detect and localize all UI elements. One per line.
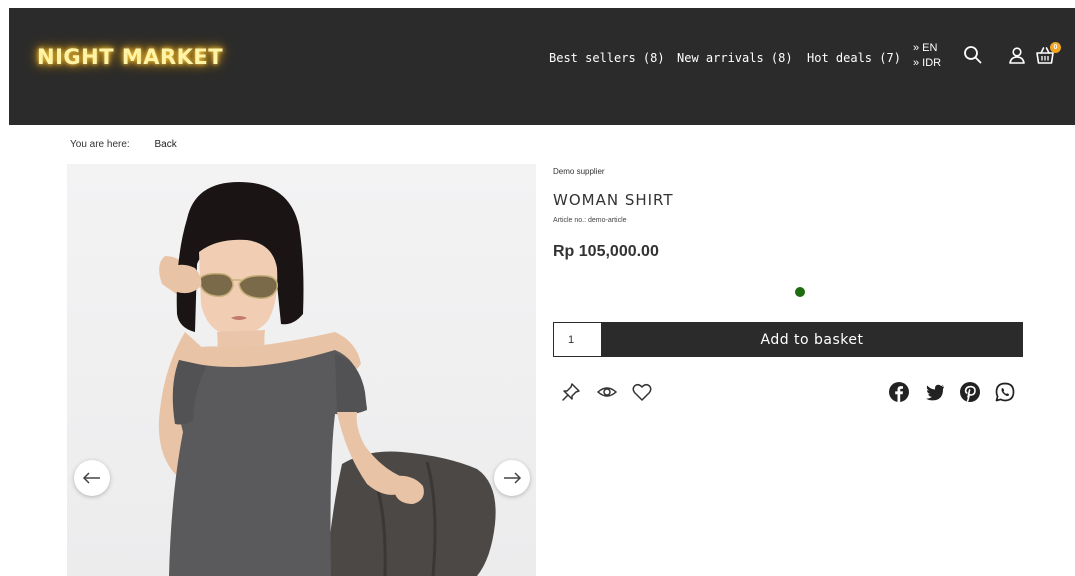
- nav-hot-deals[interactable]: Hot deals (7): [807, 51, 901, 65]
- search-icon[interactable]: [962, 44, 984, 66]
- product-article-number: Article no.: demo-article: [553, 217, 627, 224]
- nav-best-sellers[interactable]: Best sellers (8): [549, 51, 665, 65]
- product-image-gallery[interactable]: [67, 164, 536, 576]
- add-to-basket-button[interactable]: Add to basket: [601, 322, 1023, 357]
- arrow-left-icon: [82, 472, 100, 484]
- facebook-icon[interactable]: [888, 381, 910, 403]
- currency-selector[interactable]: » IDR: [913, 56, 941, 71]
- product-image: [158, 182, 496, 576]
- user-icon[interactable]: [1006, 44, 1028, 66]
- product-supplier[interactable]: Demo supplier: [553, 167, 605, 176]
- eye-icon[interactable]: [596, 381, 618, 403]
- product-price: Rp 105,000.00: [553, 243, 659, 260]
- pin-icon[interactable]: [560, 381, 582, 403]
- twitter-icon[interactable]: [924, 381, 946, 403]
- breadcrumb-label: You are here:: [70, 139, 130, 150]
- pinterest-icon[interactable]: [959, 381, 981, 403]
- language-currency-switcher[interactable]: » EN » IDR: [913, 41, 941, 71]
- cart-count-badge: 0: [1050, 42, 1061, 53]
- nav-new-arrivals[interactable]: New arrivals (8): [677, 51, 793, 65]
- gallery-prev-button[interactable]: [74, 460, 110, 496]
- site-logo[interactable]: NIGHT MARKET: [37, 45, 223, 69]
- gallery-next-button[interactable]: [494, 460, 530, 496]
- product-title: WOMAN SHIRT: [553, 191, 674, 209]
- breadcrumb: You are here: Back: [70, 139, 177, 150]
- language-selector[interactable]: » EN: [913, 41, 941, 56]
- heart-icon[interactable]: [631, 381, 653, 403]
- quantity-input[interactable]: [553, 322, 602, 357]
- arrow-right-icon: [504, 472, 522, 484]
- color-variant-swatch[interactable]: [795, 287, 805, 297]
- whatsapp-icon[interactable]: [994, 381, 1016, 403]
- breadcrumb-back-link[interactable]: Back: [154, 139, 176, 150]
